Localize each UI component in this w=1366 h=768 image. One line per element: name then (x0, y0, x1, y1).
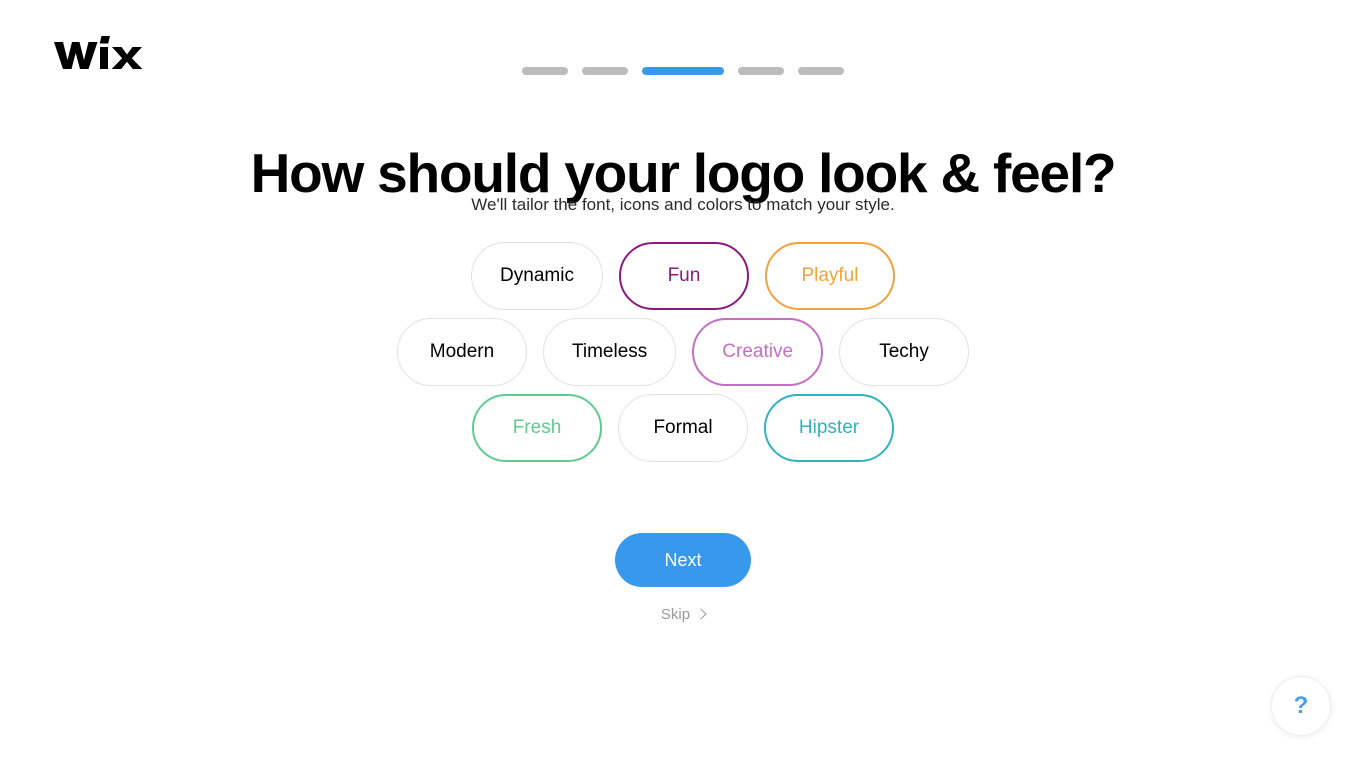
chevron-right-icon (695, 608, 707, 620)
page-subtitle: We'll tailor the font, icons and colors … (471, 195, 895, 214)
style-chip-row-3: Fresh Formal Hipster (472, 394, 894, 462)
style-chip-modern[interactable]: Modern (396, 318, 527, 386)
progress-step-3 (642, 67, 724, 75)
style-chip-techy[interactable]: Techy (839, 318, 970, 386)
question-mark-icon: ? (1293, 692, 1309, 719)
progress-indicator (0, 67, 1366, 75)
style-chip-creative[interactable]: Creative (692, 318, 824, 386)
progress-step-2 (582, 67, 628, 75)
style-chip-fun[interactable]: Fun (618, 242, 749, 310)
style-chip-dynamic[interactable]: Dynamic (471, 242, 603, 310)
progress-step-1 (522, 67, 568, 75)
skip-label: Skip (660, 606, 691, 623)
style-chip-row-2: Modern Timeless Creative Techy (396, 318, 970, 386)
style-chip-formal[interactable]: Formal (618, 394, 748, 462)
help-button[interactable]: ? (1271, 676, 1331, 736)
style-chip-timeless[interactable]: Timeless (542, 318, 677, 386)
progress-step-5 (798, 67, 844, 75)
style-chip-group: Dynamic Fun Playful Modern Timeless Creative T… (0, 242, 1366, 462)
next-button[interactable]: Next (615, 533, 751, 587)
skip-link[interactable]: Skip (660, 606, 707, 623)
style-chip-hipster[interactable]: Hipster (764, 394, 894, 462)
style-chip-playful[interactable]: Playful (764, 242, 895, 310)
style-chip-fresh[interactable]: Fresh (472, 394, 602, 462)
style-chip-row-1: Dynamic Fun Playful (471, 242, 895, 310)
progress-step-4 (738, 67, 784, 75)
